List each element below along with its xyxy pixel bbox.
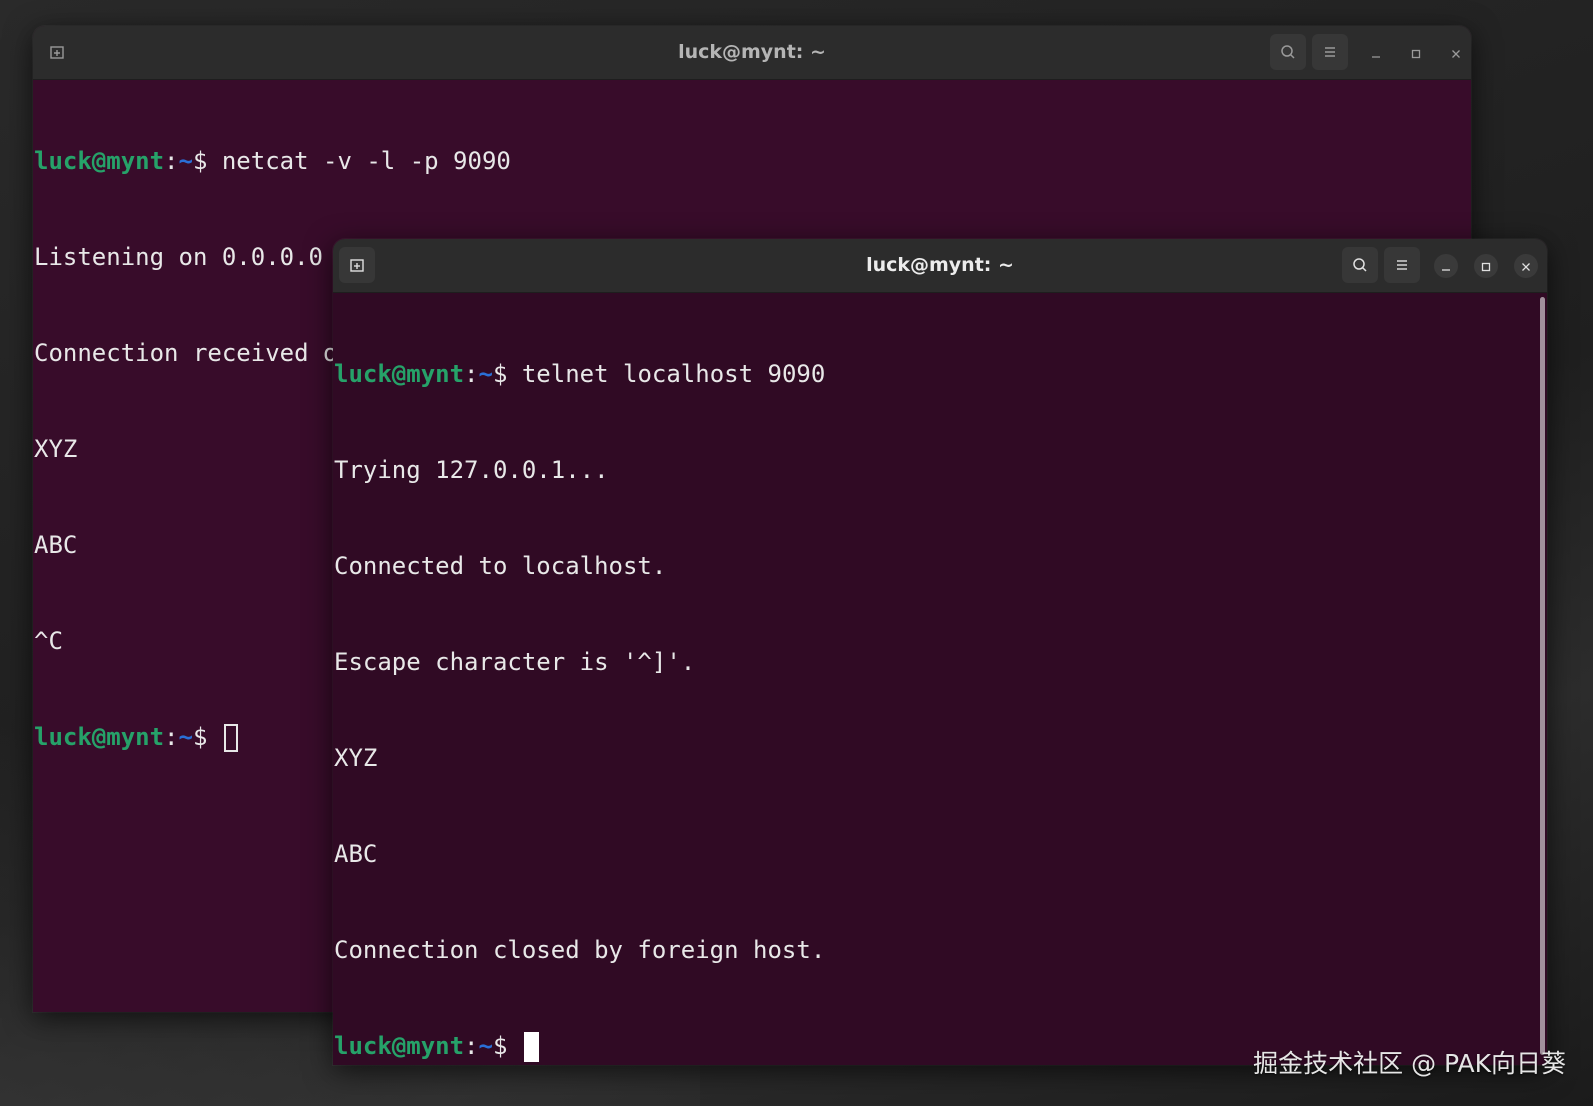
prompt-path: ~ [478,1032,493,1060]
terminal-window-telnet[interactable]: luck@mynt: ~ luck@mynt:~$ telnet localho… [333,239,1547,1065]
scrollbar[interactable] [1540,297,1545,1055]
window-title: luck@mynt: ~ [678,41,826,63]
prompt-sign: $ [492,360,522,388]
command-text: netcat -v -l -p 9090 [221,147,511,175]
prompt-colon: : [464,1032,479,1060]
minimize-icon [1371,44,1381,63]
text-cursor [523,1032,539,1062]
close-button[interactable] [1514,254,1538,278]
output-line: Trying 127.0.0.1... [334,456,609,484]
minimize-button[interactable] [1364,41,1388,65]
prompt-sign: $ [192,147,222,175]
prompt-path: ~ [178,723,193,751]
close-button[interactable] [1444,41,1468,65]
output-line: ABC [334,840,378,868]
prompt-sign: $ [192,723,222,751]
command-text: telnet localhost 9090 [521,360,826,388]
search-icon [1352,257,1368,273]
output-line: Escape character is '^]'. [334,648,696,676]
prompt-path: ~ [478,360,493,388]
menu-button[interactable] [1384,247,1420,283]
minimize-button[interactable] [1434,254,1458,278]
titlebar[interactable]: luck@mynt: ~ [33,26,1471,80]
search-button[interactable] [1342,247,1378,283]
command-line: luck@mynt:~$ telnet localhost 9090 [334,358,1547,390]
prompt-user: luck@mynt [334,1032,465,1060]
command-line: luck@mynt:~$ netcat -v -l -p 9090 [34,145,1471,177]
prompt-user: luck@mynt [34,147,165,175]
maximize-button[interactable] [1474,254,1498,278]
prompt-user: luck@mynt [334,360,465,388]
maximize-button[interactable] [1404,41,1428,65]
prompt-user: luck@mynt [34,723,165,751]
watermark: 掘金技术社区 @ PAK向日葵 [1253,1049,1566,1078]
prompt-colon: : [164,723,179,751]
search-icon [1280,44,1296,60]
prompt-path: ~ [178,147,193,175]
text-cursor [223,724,238,752]
titlebar[interactable]: luck@mynt: ~ [333,239,1547,293]
prompt-colon: : [164,147,179,175]
output-line: Connection closed by foreign host. [334,936,826,964]
prompt-colon: : [464,360,479,388]
maximize-icon [1481,257,1491,276]
close-icon [1451,44,1461,63]
menu-button[interactable] [1312,34,1348,70]
search-button[interactable] [1270,34,1306,70]
output-line: XYZ [334,744,378,772]
prompt-sign: $ [492,1032,522,1060]
output-line: Connected to localhost. [334,552,667,580]
terminal-output-area[interactable]: luck@mynt:~$ telnet localhost 9090 Tryin… [333,293,1547,1065]
maximize-icon [1411,44,1421,63]
close-icon [1521,257,1531,276]
hamburger-menu-icon [1323,46,1337,58]
hamburger-menu-icon [1395,259,1409,271]
minimize-icon [1441,257,1451,276]
